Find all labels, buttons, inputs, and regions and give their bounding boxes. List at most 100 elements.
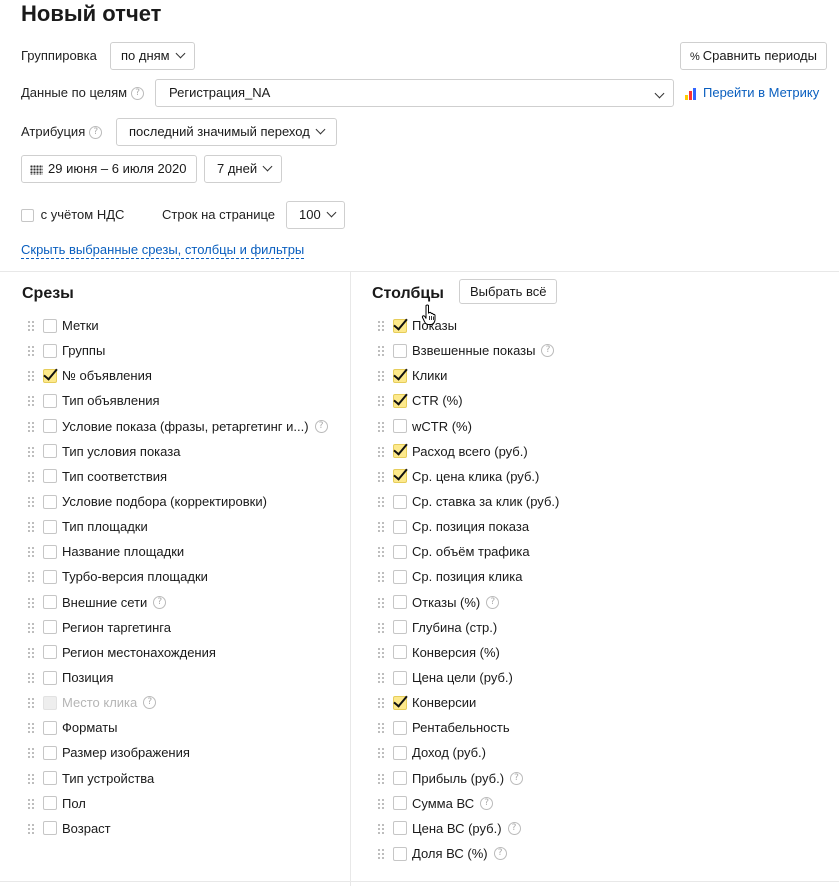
drag-handle-icon[interactable] <box>27 320 35 332</box>
list-item[interactable]: Тип условия показа <box>27 439 328 464</box>
drag-handle-icon[interactable] <box>377 697 385 709</box>
list-item[interactable]: Конверсии <box>377 690 559 715</box>
item-checkbox[interactable] <box>43 419 57 434</box>
item-checkbox[interactable] <box>393 645 407 660</box>
drag-handle-icon[interactable] <box>377 822 385 834</box>
list-item[interactable]: Доля ВС (%)? <box>377 841 559 866</box>
help-icon[interactable]: ? <box>131 87 145 101</box>
item-checkbox[interactable] <box>393 745 407 760</box>
list-item[interactable]: Взвешенные показы? <box>377 338 559 363</box>
compare-periods-button[interactable]: % Сравнить периоды <box>680 42 827 70</box>
list-item[interactable]: Клики <box>377 363 559 388</box>
list-item[interactable]: Тип устройства <box>27 766 328 791</box>
drag-handle-icon[interactable] <box>27 797 35 809</box>
list-item[interactable]: Тип соответствия <box>27 464 328 489</box>
list-item[interactable]: Метки <box>27 313 328 338</box>
drag-handle-icon[interactable] <box>27 546 35 558</box>
drag-handle-icon[interactable] <box>377 320 385 332</box>
item-checkbox[interactable] <box>393 419 407 434</box>
drag-handle-icon[interactable] <box>377 470 385 482</box>
drag-handle-icon[interactable] <box>377 395 385 407</box>
select-all-button[interactable]: Выбрать всё <box>459 279 558 304</box>
item-checkbox[interactable] <box>43 745 57 760</box>
list-item[interactable]: Тип площадки <box>27 514 328 539</box>
item-checkbox[interactable] <box>393 670 407 685</box>
metrika-link[interactable]: Перейти в Метрику <box>685 85 819 101</box>
list-item[interactable]: Показы <box>377 313 559 338</box>
list-item[interactable]: Конверсия (%) <box>377 640 559 665</box>
list-item[interactable]: Место клика? <box>27 690 328 715</box>
item-checkbox[interactable] <box>43 620 57 635</box>
list-item[interactable]: Группы <box>27 338 328 363</box>
item-checkbox[interactable] <box>43 771 57 786</box>
item-checkbox[interactable] <box>43 645 57 660</box>
drag-handle-icon[interactable] <box>27 521 35 533</box>
item-checkbox[interactable] <box>43 444 57 459</box>
help-icon[interactable]: ? <box>314 419 328 433</box>
drag-handle-icon[interactable] <box>27 621 35 633</box>
item-checkbox[interactable] <box>43 796 57 811</box>
drag-handle-icon[interactable] <box>377 848 385 860</box>
item-checkbox[interactable] <box>393 796 407 811</box>
item-checkbox[interactable] <box>43 343 57 358</box>
item-checkbox[interactable] <box>43 469 57 484</box>
list-item[interactable]: Форматы <box>27 715 328 740</box>
list-item[interactable]: Размер изображения <box>27 740 328 765</box>
item-checkbox[interactable] <box>393 544 407 559</box>
list-item[interactable]: Ср. цена клика (руб.) <box>377 464 559 489</box>
item-checkbox[interactable] <box>43 393 57 408</box>
help-icon[interactable]: ? <box>153 595 167 609</box>
drag-handle-icon[interactable] <box>377 747 385 759</box>
grouping-select[interactable]: по дням <box>110 42 195 70</box>
drag-handle-icon[interactable] <box>377 420 385 432</box>
help-icon[interactable]: ? <box>480 796 494 810</box>
vat-checkbox-row[interactable]: с учётом НДС <box>21 207 124 223</box>
item-checkbox[interactable] <box>393 595 407 610</box>
item-checkbox[interactable] <box>393 821 407 836</box>
item-checkbox[interactable] <box>393 695 407 710</box>
rows-per-page-select[interactable]: 100 <box>286 201 345 229</box>
drag-handle-icon[interactable] <box>377 646 385 658</box>
drag-handle-icon[interactable] <box>27 672 35 684</box>
list-item[interactable]: Ср. позиция клика <box>377 564 559 589</box>
item-checkbox[interactable] <box>393 569 407 584</box>
item-checkbox[interactable] <box>43 595 57 610</box>
list-item[interactable]: Возраст <box>27 816 328 841</box>
item-checkbox[interactable] <box>393 720 407 735</box>
help-icon[interactable]: ? <box>510 771 524 785</box>
list-item[interactable]: Регион местонахождения <box>27 640 328 665</box>
drag-handle-icon[interactable] <box>27 646 35 658</box>
list-item[interactable]: Отказы (%)? <box>377 590 559 615</box>
item-checkbox[interactable] <box>43 720 57 735</box>
item-checkbox[interactable] <box>43 368 57 383</box>
drag-handle-icon[interactable] <box>27 596 35 608</box>
list-item[interactable]: Внешние сети? <box>27 590 328 615</box>
drag-handle-icon[interactable] <box>27 420 35 432</box>
list-item[interactable]: wCTR (%) <box>377 414 559 439</box>
list-item[interactable]: Позиция <box>27 665 328 690</box>
drag-handle-icon[interactable] <box>377 496 385 508</box>
drag-handle-icon[interactable] <box>27 772 35 784</box>
drag-handle-icon[interactable] <box>27 345 35 357</box>
list-item[interactable]: Доход (руб.) <box>377 740 559 765</box>
help-icon[interactable]: ? <box>507 821 521 835</box>
list-item[interactable]: Сумма ВС? <box>377 791 559 816</box>
item-checkbox[interactable] <box>393 519 407 534</box>
item-checkbox[interactable] <box>393 343 407 358</box>
drag-handle-icon[interactable] <box>27 697 35 709</box>
item-checkbox[interactable] <box>393 494 407 509</box>
help-icon[interactable]: ? <box>493 847 507 861</box>
list-item[interactable]: Турбо-версия площадки <box>27 564 328 589</box>
help-icon[interactable]: ? <box>541 344 555 358</box>
item-checkbox[interactable] <box>393 846 407 861</box>
drag-handle-icon[interactable] <box>27 822 35 834</box>
list-item[interactable]: Ср. ставка за клик (руб.) <box>377 489 559 514</box>
drag-handle-icon[interactable] <box>377 370 385 382</box>
item-checkbox[interactable] <box>43 519 57 534</box>
drag-handle-icon[interactable] <box>27 445 35 457</box>
drag-handle-icon[interactable] <box>377 445 385 457</box>
goals-select[interactable]: Регистрация_NA <box>155 79 674 107</box>
period-select[interactable]: 7 дней <box>204 155 283 183</box>
drag-handle-icon[interactable] <box>377 772 385 784</box>
list-item[interactable]: Условие показа (фразы, ретаргетинг и...)… <box>27 414 328 439</box>
